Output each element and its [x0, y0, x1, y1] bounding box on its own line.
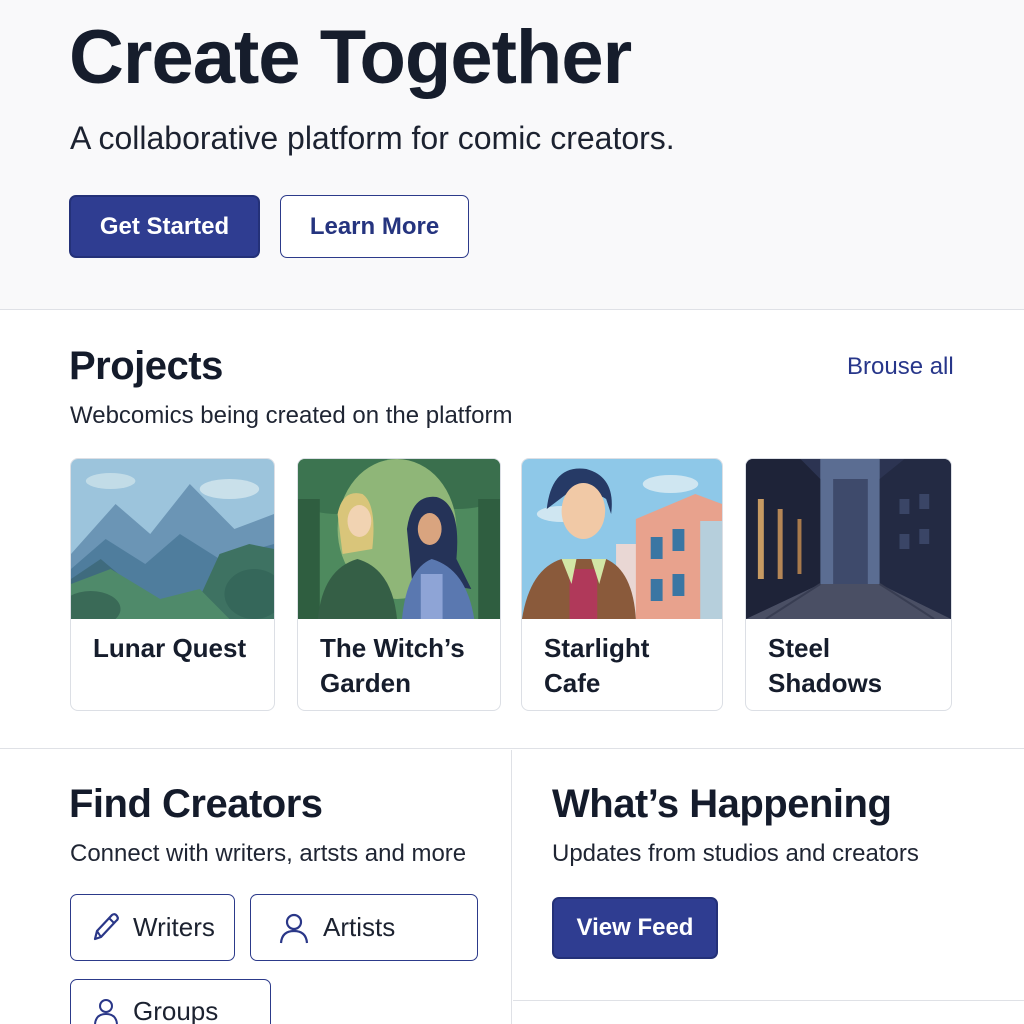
- project-title: Lunar Quest: [93, 633, 247, 663]
- whats-happening-title: What’s Happening: [552, 782, 892, 826]
- dark-alley-image: [746, 459, 951, 619]
- browse-all-link[interactable]: Brouse all: [847, 353, 954, 381]
- learn-more-button[interactable]: Learn More: [280, 195, 469, 258]
- user-icon: [279, 913, 309, 943]
- project-card-steel-shadows[interactable]: Steel Shadows: [745, 458, 952, 711]
- find-creators-section: Find Creators Connect with writers, arts…: [0, 750, 512, 1024]
- divider: [513, 1000, 1024, 1001]
- hero-subtitle: A collaborative platform for comic creat…: [70, 120, 675, 156]
- chip-label: Writers: [133, 912, 215, 942]
- project-card-witchs-garden[interactable]: The Witch’s Garden: [297, 458, 501, 711]
- chip-label: Groups: [133, 996, 219, 1024]
- project-card-lunar-quest[interactable]: Lunar Quest: [70, 458, 275, 711]
- writers-chip[interactable]: Writers: [70, 894, 235, 961]
- find-creators-title: Find Creators: [69, 782, 323, 826]
- projects-section: Projects Brouse all Webcomics being crea…: [0, 311, 1024, 749]
- whats-happening-subtitle: Updates from studios and creators: [552, 840, 919, 867]
- project-title: The Witch’s Garden: [320, 633, 465, 698]
- view-feed-button[interactable]: View Feed: [552, 897, 718, 959]
- hero-section: Create Together A collaborative platform…: [0, 0, 1024, 310]
- hero-title: Create Together: [69, 15, 632, 100]
- find-creators-subtitle: Connect with writers, artsts and more: [70, 840, 467, 867]
- mountain-landscape-image: [71, 459, 274, 619]
- project-card-starlight-cafe[interactable]: Starlight Cafe: [521, 458, 723, 711]
- groups-chip[interactable]: Groups: [70, 979, 271, 1024]
- pencil-icon: [93, 912, 119, 940]
- get-started-button[interactable]: Get Started: [69, 195, 260, 258]
- chip-label: Artists: [323, 912, 396, 942]
- boy-on-city-street-image: [522, 459, 722, 619]
- two-women-in-forest-image: [298, 459, 500, 619]
- artists-chip[interactable]: Artists: [250, 894, 478, 961]
- project-title: Starlight Cafe: [544, 633, 650, 698]
- projects-subtitle: Webcomics being created on the platform: [70, 402, 513, 429]
- project-title: Steel Shadows: [768, 633, 883, 698]
- projects-title: Projects: [69, 344, 223, 388]
- user-icon: [94, 999, 118, 1024]
- whats-happening-section: What’s Happening Updates from studios an…: [513, 750, 1024, 1024]
